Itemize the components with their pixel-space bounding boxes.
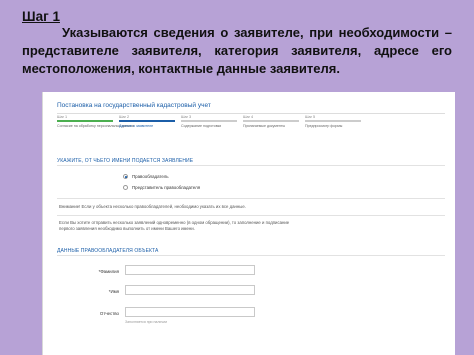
step-bar	[305, 120, 361, 122]
step-number: Шаг 1	[57, 115, 68, 119]
step-label: Предпросмотр формы	[305, 124, 343, 128]
patronymic-hint: Заполняется при наличии	[125, 320, 168, 324]
surname-input[interactable]	[125, 265, 255, 275]
step-label: Данные о заявителе	[119, 124, 154, 128]
divider	[57, 215, 445, 216]
step-number: Шаг 2	[119, 115, 130, 119]
step-5[interactable]: Шаг 5 Предпросмотр формы	[305, 115, 361, 128]
step-4[interactable]: Шаг 4 Прилагаемые документы	[243, 115, 299, 128]
step-heading: Шаг 1	[22, 9, 60, 24]
form-title: Постановка на государственный кадастровы…	[57, 102, 211, 109]
step-bar	[181, 120, 237, 122]
step-number: Шаг 3	[181, 115, 192, 119]
divider	[57, 113, 445, 114]
radio-representative-label: Представитель правообладателя	[132, 185, 201, 190]
info-note-line1: Если Вы хотите отправить несколько заявл…	[59, 220, 290, 225]
patronymic-label: Отчество	[99, 311, 119, 316]
step-label: Содержание подготовки	[181, 124, 222, 128]
name-label: *Имя	[108, 289, 119, 294]
step-bar	[119, 120, 175, 122]
divider	[57, 165, 445, 166]
divider	[57, 198, 445, 199]
radio-selected-icon[interactable]	[123, 174, 128, 179]
radio-representative[interactable]: Представитель правообладателя	[123, 185, 200, 190]
step-3[interactable]: Шаг 3 Содержание подготовки	[181, 115, 237, 128]
step-label: Прилагаемые документы	[243, 124, 286, 128]
step-1[interactable]: Шаг 1 Согласие на обработку персональных…	[57, 115, 135, 128]
step-number: Шаг 5	[305, 115, 316, 119]
radio-owner-label: Правообладатель	[132, 174, 169, 179]
form-screenshot: Постановка на государственный кадастровы…	[42, 92, 455, 355]
divider	[57, 255, 445, 256]
step-description: Указываются сведения о заявителе, при не…	[22, 25, 452, 76]
step-bar	[243, 120, 299, 122]
slide-text: Шаг 1 Указываются сведения о заявителе, …	[22, 8, 452, 78]
surname-label: *Фамилия	[98, 269, 119, 274]
step-bar	[57, 120, 113, 122]
name-input[interactable]	[125, 285, 255, 295]
radio-empty-icon[interactable]	[123, 185, 128, 190]
step-2[interactable]: Шаг 2 Данные о заявителе	[119, 115, 175, 128]
info-note-line2: первого заявления необходимо выполнить о…	[59, 226, 195, 231]
step-number: Шаг 4	[243, 115, 254, 119]
patronymic-input[interactable]	[125, 307, 255, 317]
step-label: Согласие на обработку персональных данны…	[57, 124, 135, 128]
applicant-section-heading: УКАЖИТЕ, ОТ ЧЬЕГО ИМЕНИ ПОДАЕТСЯ ЗАЯВЛЕН…	[57, 158, 194, 164]
radio-owner[interactable]: Правообладатель	[123, 174, 169, 179]
owner-section-heading: ДАННЫЕ ПРАВООБЛАДАТЕЛЯ ОБЪЕКТА	[57, 248, 159, 254]
step-progress: Шаг 1 Согласие на обработку персональных…	[57, 115, 445, 136]
warning-note: Внимание! Если у объекта несколько право…	[59, 204, 246, 209]
